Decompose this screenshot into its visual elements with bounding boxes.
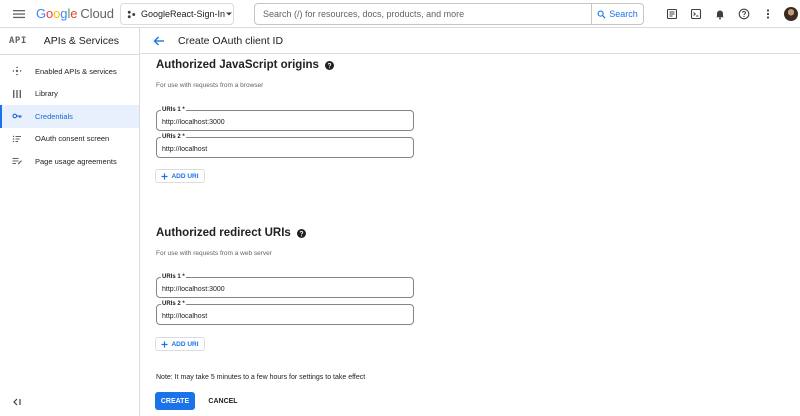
notes-icon[interactable]: [660, 2, 684, 26]
origins-description: For use with requests from a browser: [156, 82, 264, 89]
sidebar-item-oauth-consent[interactable]: OAuth consent screen: [0, 128, 139, 151]
origins-add-uri-button[interactable]: ADD URI: [155, 169, 205, 183]
apis-icon: [12, 66, 22, 76]
origins-section-title: Authorized JavaScript origins: [156, 59, 334, 71]
sidebar-item-label: Credentials: [35, 111, 73, 121]
key-icon: [12, 111, 22, 121]
help-icon[interactable]: [732, 2, 756, 26]
help-circle-icon[interactable]: [296, 228, 306, 238]
redirects-section-title: Authorized redirect URIs: [156, 227, 306, 239]
chevron-down-icon: [225, 10, 233, 18]
sidebar-item-enabled-apis[interactable]: Enabled APIs & services: [0, 60, 139, 83]
agreements-icon: [12, 156, 22, 166]
create-button[interactable]: CREATE: [155, 392, 195, 410]
redirects-uri-1-field[interactable]: URIs 1 *: [156, 273, 414, 298]
sidebar-item-credentials[interactable]: Credentials: [0, 105, 139, 128]
logo-google: Google: [36, 6, 78, 21]
origins-title-text: Authorized JavaScript origins: [156, 59, 319, 71]
consent-icon: [12, 134, 22, 144]
top-actions: [660, 0, 800, 28]
sidebar-item-page-usage[interactable]: Page usage agreements: [0, 150, 139, 173]
terminal-icon[interactable]: [684, 2, 708, 26]
origins-uri-2-field[interactable]: URIs 2 *: [156, 133, 414, 158]
search-button[interactable]: Search: [591, 4, 643, 24]
google-cloud-logo[interactable]: Google Cloud: [36, 6, 114, 21]
page-header: Create OAuth client ID: [140, 28, 800, 54]
page-title: Create OAuth client ID: [178, 34, 284, 47]
menu-icon[interactable]: [12, 7, 26, 21]
search-input[interactable]: [255, 4, 593, 24]
sidebar-header: API APIs & Services: [0, 28, 139, 54]
bell-icon[interactable]: [708, 2, 732, 26]
redirects-add-uri-button[interactable]: ADD URI: [155, 337, 205, 351]
sidebar-item-label: Library: [35, 89, 58, 99]
plus-icon: [161, 172, 171, 180]
redirects-uri-2-input[interactable]: [157, 305, 413, 324]
help-circle-icon[interactable]: [324, 60, 334, 70]
settings-note: Note: It may take 5 minutes to a few hou…: [156, 374, 366, 381]
sidebar-item-label: Enabled APIs & services: [35, 66, 117, 76]
add-uri-label: ADD URI: [171, 340, 199, 348]
sidebar: API APIs & Services Enabled APIs & servi…: [0, 28, 140, 416]
more-vert-icon[interactable]: [756, 2, 780, 26]
redirects-uri-1-input[interactable]: [157, 278, 413, 297]
sidebar-item-label: Page usage agreements: [35, 156, 117, 166]
back-arrow-icon[interactable]: [152, 34, 166, 48]
library-icon: [12, 89, 22, 99]
sidebar-title: APIs & Services: [43, 35, 120, 47]
plus-icon: [161, 340, 171, 348]
origins-uri-1-field[interactable]: URIs 1 *: [156, 106, 414, 131]
search-icon: [597, 10, 609, 19]
avatar[interactable]: [784, 7, 798, 21]
sidebar-divider: [0, 54, 139, 55]
logo-cloud: Cloud: [80, 6, 114, 21]
add-uri-label: ADD URI: [171, 172, 199, 180]
redirects-title-text: Authorized redirect URIs: [156, 227, 291, 239]
redirects-uri-2-field[interactable]: URIs 2 *: [156, 300, 414, 325]
origins-uri-2-input[interactable]: [157, 138, 413, 157]
sidebar-item-library[interactable]: Library: [0, 83, 139, 106]
redirects-description: For use with requests from a web server: [156, 250, 272, 257]
cancel-button[interactable]: CANCEL: [203, 392, 243, 410]
project-name: GoogleReact-Sign-In: [141, 9, 226, 19]
project-icon: [127, 10, 136, 19]
collapse-icon[interactable]: [11, 396, 23, 408]
top-bar: Google Cloud GoogleReact-Sign-In Search: [0, 0, 800, 28]
origins-uri-1-input[interactable]: [157, 111, 413, 130]
project-picker[interactable]: GoogleReact-Sign-In: [120, 3, 234, 25]
sidebar-item-label: OAuth consent screen: [35, 134, 110, 144]
search-bar: Search: [254, 3, 644, 25]
search-button-label: Search: [609, 9, 638, 19]
api-badge: API: [9, 36, 27, 46]
